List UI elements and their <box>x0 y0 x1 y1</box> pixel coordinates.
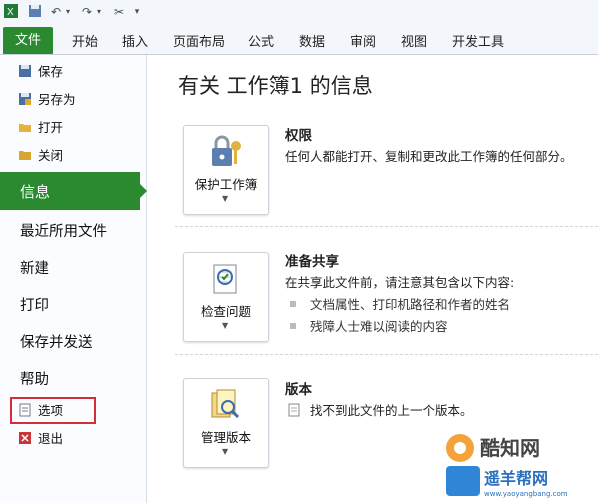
folder-close-icon <box>18 147 32 161</box>
versions-heading: 版本 <box>285 382 312 398</box>
prepare-share-heading: 准备共享 <box>285 254 339 270</box>
tab-formulas[interactable]: 公式 <box>248 31 274 50</box>
chevron-down-icon[interactable]: ▾ <box>64 4 72 20</box>
watermark-logo: 酷知网 遥羊帮网 www.yaoyangbang.com <box>440 426 594 500</box>
active-pointer <box>140 184 147 198</box>
redo-icon[interactable]: ↷ <box>80 4 94 20</box>
chevron-down-icon[interactable]: ▾ <box>95 4 103 20</box>
folder-open-icon <box>18 119 32 133</box>
tab-page-layout[interactable]: 页面布局 <box>173 31 225 50</box>
list-item: 文档属性、打印机路径和作者的姓名 <box>290 294 510 313</box>
tab-review[interactable]: 审阅 <box>350 31 376 50</box>
sidebar-item-exit[interactable]: 退出 <box>18 428 63 450</box>
button-label: 保护工作簿 <box>194 177 258 192</box>
permissions-heading: 权限 <box>285 128 312 144</box>
tab-data[interactable]: 数据 <box>299 31 325 50</box>
lock-key-icon <box>212 135 241 166</box>
section-divider <box>175 226 598 227</box>
permissions-description: 任何人都能打开、复制和更改此工作簿的任何部分。 <box>285 149 573 164</box>
chevron-down-icon: ▼ <box>222 447 229 456</box>
sidebar-item-print[interactable]: 打印 <box>20 294 49 315</box>
versions-description: 找不到此文件的上一个版本。 <box>288 400 473 419</box>
sidebar-item-new[interactable]: 新建 <box>20 257 49 278</box>
customize-qat-icon[interactable]: ▾ <box>131 4 143 20</box>
watermark-sub2: 遥羊帮网 <box>484 469 548 488</box>
check-issues-button[interactable]: 检查问题 ▼ <box>183 252 269 342</box>
save-icon <box>18 63 32 77</box>
sidebar-item-save-send[interactable]: 保存并发送 <box>20 331 93 352</box>
ribbon-tabs: 文件 开始 插入 页面布局 公式 数据 审阅 视图 开发工具 <box>0 24 598 55</box>
svg-text:X: X <box>7 7 14 18</box>
save-as-icon <box>18 91 32 105</box>
sidebar-item-open[interactable]: 打开 <box>18 117 63 139</box>
manage-versions-icon <box>211 389 240 419</box>
save-icon[interactable] <box>27 4 43 20</box>
manage-versions-button[interactable]: 管理版本 ▼ <box>183 378 269 468</box>
prepare-share-description: 在共享此文件前，请注意其包含以下内容: <box>285 275 515 290</box>
sidebar-item-help[interactable]: 帮助 <box>20 368 49 389</box>
options-highlight-box <box>10 397 96 424</box>
list-item: 残障人士难以阅读的内容 <box>290 316 448 335</box>
quick-access-toolbar: X ↶ ▾ ↷ ▾ ✂ ▾ <box>0 0 598 24</box>
watermark-brand: 酷知网 <box>480 436 540 460</box>
sidebar-item-save-as[interactable]: 另存为 <box>18 89 76 111</box>
button-label: 管理版本 <box>200 430 251 445</box>
chevron-down-icon: ▼ <box>222 194 229 203</box>
tab-developer[interactable]: 开发工具 <box>452 31 504 50</box>
page-title: 有关 工作簿1 的信息 <box>178 74 373 98</box>
chevron-down-icon: ▼ <box>222 321 229 330</box>
tools-icon[interactable]: ✂ <box>112 4 126 20</box>
watermark-url: www.yaoyangbang.com <box>484 490 568 498</box>
sidebar-item-recent[interactable]: 最近所用文件 <box>20 220 107 241</box>
exit-icon <box>18 430 32 444</box>
button-label: 检查问题 <box>200 304 251 319</box>
sidebar-item-save[interactable]: 保存 <box>18 61 63 83</box>
undo-icon[interactable]: ↶ <box>49 4 63 20</box>
sidebar-item-info[interactable]: 信息 <box>0 172 147 210</box>
excel-logo-icon: X <box>4 4 18 20</box>
tab-home[interactable]: 开始 <box>72 31 98 50</box>
sidebar-item-close[interactable]: 关闭 <box>18 145 63 167</box>
inspect-document-icon <box>213 264 237 294</box>
tab-file[interactable]: 文件 <box>3 27 53 54</box>
document-icon <box>288 403 300 417</box>
tab-insert[interactable]: 插入 <box>122 31 148 50</box>
tab-view[interactable]: 视图 <box>401 31 427 50</box>
protect-workbook-button[interactable]: 保护工作簿 ▼ <box>183 125 269 215</box>
section-divider <box>175 354 598 355</box>
